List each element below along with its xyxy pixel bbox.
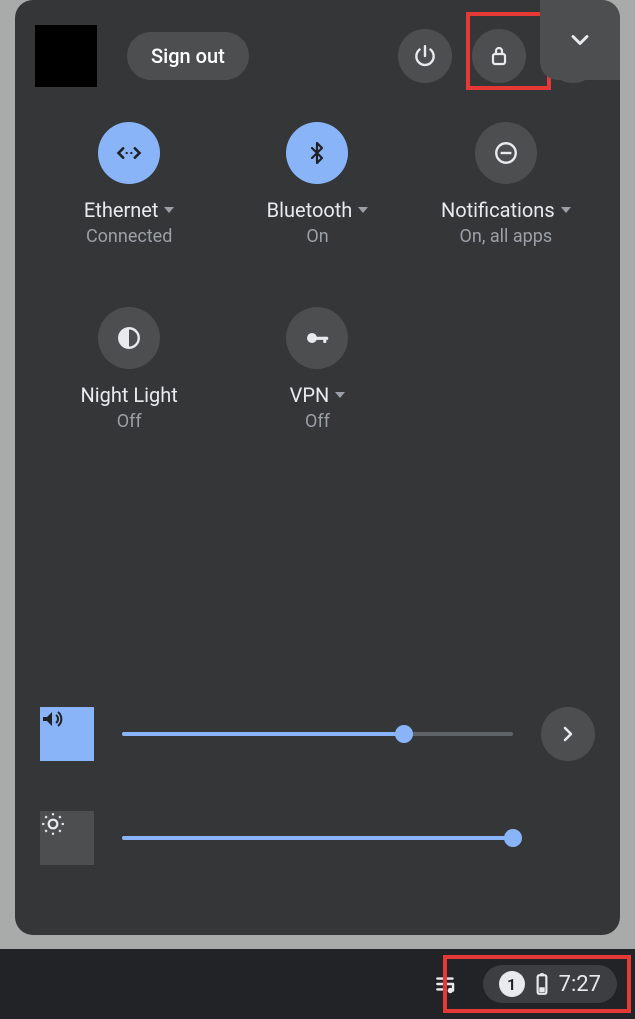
brightness-button[interactable]: [40, 811, 94, 865]
avatar[interactable]: [35, 25, 97, 87]
chevron-right-icon: [556, 722, 580, 746]
tile-status: Off: [117, 411, 142, 432]
chevron-down-icon: [561, 207, 571, 213]
tile-status: On, all apps: [460, 226, 553, 247]
audio-settings-button[interactable]: [541, 707, 595, 761]
collapse-button[interactable]: [540, 0, 620, 80]
sign-out-button[interactable]: Sign out: [127, 32, 249, 80]
tile-label: Ethernet: [84, 198, 159, 222]
quick-settings-grid: Ethernet Connected Bluetooth On Notifica…: [35, 122, 600, 432]
media-controls-button[interactable]: [425, 963, 467, 1005]
power-button[interactable]: [398, 29, 452, 83]
sliders-section: [40, 707, 595, 865]
tile-notifications[interactable]: Notifications On, all apps: [412, 122, 600, 247]
volume-button[interactable]: [40, 707, 94, 761]
brightness-row: [40, 811, 595, 865]
tile-label: VPN: [290, 383, 330, 407]
panel-header: Sign out: [35, 20, 600, 92]
do-not-disturb-icon: [475, 122, 537, 184]
notification-count-badge: 1: [499, 971, 525, 997]
music-queue-icon: [433, 971, 459, 997]
vpn-key-icon: [286, 307, 348, 369]
lock-button[interactable]: [472, 29, 526, 83]
tile-label: Bluetooth: [267, 198, 353, 222]
chevron-down-icon: [164, 207, 174, 213]
battery-icon: [535, 972, 549, 996]
volume-icon: [40, 707, 64, 731]
power-icon: [412, 43, 438, 69]
night-light-icon: [98, 307, 160, 369]
shelf: 1 7:27: [0, 949, 635, 1019]
tile-network[interactable]: Ethernet Connected: [35, 122, 223, 247]
tile-status: On: [306, 226, 328, 247]
quick-settings-panel: Sign out Ethernet Connected: [15, 0, 620, 935]
tile-vpn[interactable]: VPN Off: [223, 307, 411, 432]
tile-label: Night Light: [81, 383, 178, 407]
volume-slider[interactable]: [122, 732, 513, 736]
tile-status: Connected: [86, 226, 172, 247]
brightness-slider[interactable]: [122, 836, 513, 840]
tile-night-light[interactable]: Night Light Off: [35, 307, 223, 432]
chevron-down-icon: [335, 392, 345, 398]
chevron-down-icon: [358, 207, 368, 213]
lock-icon: [487, 44, 511, 68]
clock: 7:27: [559, 972, 601, 997]
volume-row: [40, 707, 595, 761]
tile-label: Notifications: [441, 198, 555, 222]
chevron-down-icon: [566, 26, 594, 54]
tile-bluetooth[interactable]: Bluetooth On: [223, 122, 411, 247]
bluetooth-icon: [286, 122, 348, 184]
ethernet-icon: [98, 122, 160, 184]
tile-status: Off: [305, 411, 330, 432]
brightness-icon: [40, 811, 66, 837]
status-tray[interactable]: 1 7:27: [483, 965, 617, 1003]
